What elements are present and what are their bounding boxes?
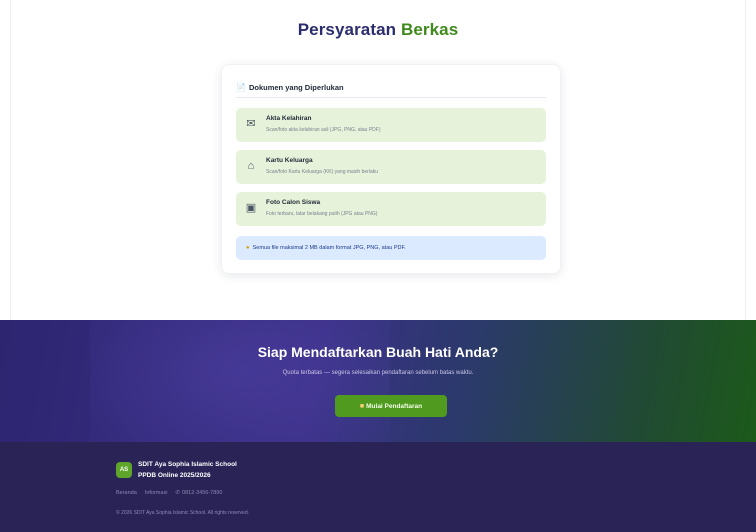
clipboard-icon: ■: [359, 402, 365, 410]
start-registration-button[interactable]: ■ Mulai Pendaftaran: [335, 395, 447, 417]
document-title: Akta Kelahiran: [266, 115, 312, 122]
page-title-accent: Berkas: [400, 20, 459, 39]
phone-icon: ✆: [175, 490, 181, 496]
page-title-main: Persyaratan: [297, 20, 397, 39]
camera-icon: ▣: [245, 202, 257, 214]
document-item: ✉ Akta Kelahiran Scan/foto akta kelahira…: [236, 108, 546, 142]
footer-links: Beranda Informasi ✆ 0812-3456-7890: [116, 490, 230, 496]
page-title: Persyaratan Berkas: [0, 20, 756, 40]
cta-title: Siap Mendaftarkan Buah Hati Anda?: [257, 344, 499, 360]
house-icon: ⌂: [247, 160, 255, 172]
footer-link-info[interactable]: Informasi: [145, 490, 168, 496]
document-title: Kartu Keluarga: [266, 157, 313, 164]
copyright: © 2026 SDIT Aya Sophia Islamic School. A…: [116, 510, 250, 516]
cta-banner: Siap Mendaftarkan Buah Hati Anda? Quota …: [0, 320, 756, 442]
card-header-label: Dokumen yang Diperlukan: [248, 82, 344, 92]
requirements-section: Persyaratan Berkas 📄 Dokumen yang Diperl…: [0, 0, 756, 320]
footer-phone[interactable]: 0812-3456-7890: [182, 490, 222, 496]
button-label: Mulai Pendaftaran: [366, 402, 423, 410]
school-logo: AS: [116, 462, 132, 478]
document-title: Foto Calon Siswa: [266, 199, 321, 206]
note-text: Semua file maksimal 2 MB dalam format JP…: [252, 245, 406, 251]
school-name: SDIT Aya Sophia Islamic School: [138, 461, 237, 468]
banner-glow: [90, 320, 390, 442]
card-header: 📄 Dokumen yang Diperlukan: [236, 77, 546, 98]
document-item: ▣ Foto Calon Siswa Foto terbaru, latar b…: [236, 192, 546, 226]
document-description: Scan/foto Kartu Keluarga (KK) yang masih…: [266, 169, 379, 175]
section-border-right: [745, 0, 746, 320]
cta-subtitle: Quota terbatas — segera selesaikan penda…: [282, 370, 474, 376]
footer: AS SDIT Aya Sophia Islamic School PPDB O…: [0, 442, 756, 532]
section-border-left: [10, 0, 11, 320]
file-size-note: ● Semua file maksimal 2 MB dalam format …: [236, 236, 546, 260]
school-subtitle: PPDB Online 2025/2026: [138, 472, 211, 479]
envelope-icon: ✉: [246, 118, 256, 130]
lightbulb-icon: ●: [246, 245, 250, 251]
footer-link-home[interactable]: Beranda: [116, 490, 137, 496]
requirements-card: 📄 Dokumen yang Diperlukan ✉ Akta Kelahir…: [221, 64, 561, 274]
document-icon: 📄: [236, 82, 246, 92]
document-description: Scan/foto akta kelahiran asli (JPG, PNG,…: [266, 127, 381, 133]
document-description: Foto terbaru, latar belakang putih (JPG …: [266, 211, 378, 217]
document-item: ⌂ Kartu Keluarga Scan/foto Kartu Keluarg…: [236, 150, 546, 184]
